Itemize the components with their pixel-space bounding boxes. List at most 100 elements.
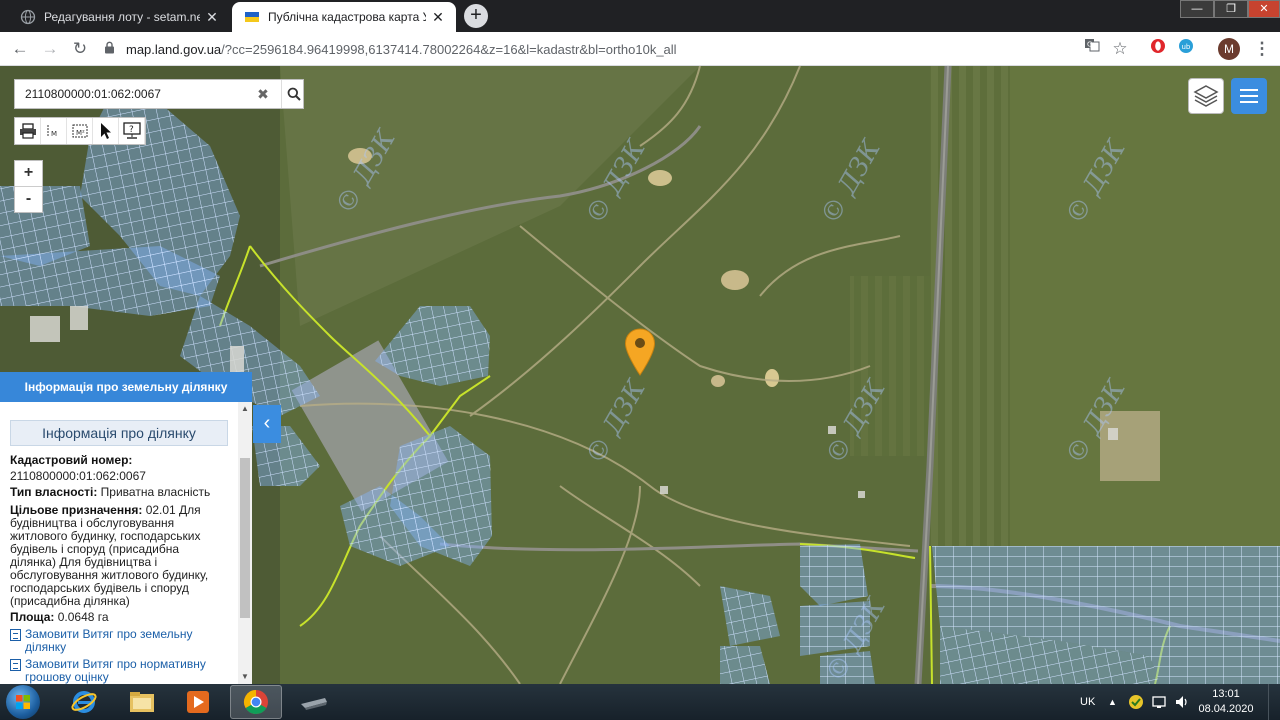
- close-tab-icon[interactable]: ✕: [204, 9, 220, 25]
- pointer-button[interactable]: [93, 118, 119, 144]
- cadastral-number-label: Кадастровий номер:: [10, 453, 133, 467]
- map-toolbar: M M² ?: [14, 117, 146, 145]
- url-host: map.land.gov.ua: [126, 41, 222, 57]
- printer-icon: [19, 123, 36, 139]
- scroll-up-arrow-icon[interactable]: ▲: [238, 402, 252, 416]
- lock-icon: [104, 41, 116, 57]
- globe-icon: [20, 9, 36, 25]
- ownership-field: Тип власності: Приватна власність: [10, 486, 228, 499]
- clear-search-icon[interactable]: ✖: [255, 86, 271, 102]
- layers-icon: [1193, 85, 1219, 107]
- document-icon: [10, 659, 21, 671]
- show-hidden-icons-arrow-icon[interactable]: ▲: [1108, 684, 1117, 720]
- svg-text:?: ?: [129, 125, 134, 135]
- taskbar-generic-app[interactable]: [288, 685, 340, 719]
- tab-title: Публічна кадастрова карта Укр: [268, 10, 426, 24]
- language-indicator[interactable]: UK: [1080, 684, 1095, 720]
- system-clock[interactable]: 13:01 08.04.2020: [1196, 687, 1256, 717]
- panel-scrollbar[interactable]: ▲ ▼: [238, 402, 252, 684]
- svg-text:G: G: [1087, 41, 1092, 49]
- bookmark-star-icon[interactable]: ☆: [1108, 37, 1132, 61]
- panel-header: Інформація про земельну ділянку: [0, 372, 252, 402]
- identify-button[interactable]: ?: [119, 118, 145, 144]
- scroll-down-arrow-icon[interactable]: ▼: [238, 670, 252, 684]
- file-explorer-icon: [130, 692, 154, 712]
- identify-icon: ?: [122, 122, 141, 139]
- tab-setam[interactable]: Редагування лоту - setam.net.ua ✕: [8, 2, 230, 32]
- map-marker-icon[interactable]: [624, 328, 656, 376]
- opera-extension-icon[interactable]: [1146, 37, 1170, 61]
- show-desktop-button[interactable]: [1268, 684, 1280, 720]
- back-arrow-icon[interactable]: ←: [8, 37, 32, 61]
- network-icon[interactable]: [1152, 684, 1168, 720]
- profile-avatar[interactable]: M: [1218, 38, 1240, 60]
- taskbar-internet-explorer[interactable]: [58, 685, 110, 719]
- print-button[interactable]: [15, 118, 41, 144]
- order-extract-label: Замовити Витяг про земельну ділянку: [25, 627, 193, 654]
- tray-shield-icon[interactable]: [1128, 684, 1144, 720]
- zoom-in-button[interactable]: +: [15, 161, 42, 186]
- main-menu-button[interactable]: [1231, 78, 1267, 114]
- zoom-control: + -: [14, 160, 43, 213]
- taskbar-chrome[interactable]: [230, 685, 282, 719]
- generic-app-icon: [301, 698, 327, 710]
- browser-tab-strip: Редагування лоту - setam.net.ua ✕ Публіч…: [0, 0, 1280, 32]
- cadastral-number-input[interactable]: [25, 85, 250, 103]
- order-extract-link[interactable]: Замовити Витяг про земельну ділянку: [10, 628, 228, 654]
- panel-subheader[interactable]: Інформація про ділянку: [10, 420, 228, 446]
- address-bar[interactable]: map.land.gov.ua/?cc=2596184.96419998,613…: [104, 36, 1104, 62]
- panel-body: Інформація про ділянку Кадастровий номер…: [0, 402, 238, 684]
- tab-title: Редагування лоту - setam.net.ua: [44, 10, 200, 24]
- svg-text:M: M: [51, 130, 57, 138]
- svg-text:ub: ub: [1182, 43, 1191, 51]
- minimize-button[interactable]: —: [1180, 0, 1214, 18]
- ownership-value: Приватна власність: [100, 485, 211, 499]
- tab-cadastral-map[interactable]: Публічна кадастрова карта Укр ✕: [232, 2, 456, 32]
- browser-menu-icon[interactable]: ⋮: [1250, 37, 1274, 61]
- purpose-field: Цільове призначення: 02.01 Для будівницт…: [10, 504, 228, 608]
- document-icon: [10, 629, 21, 641]
- start-button[interactable]: [6, 685, 40, 719]
- cadastral-number-value: 2110800000:01:062:0067: [10, 469, 146, 483]
- reload-icon[interactable]: ↻: [68, 37, 92, 61]
- internet-explorer-icon: [71, 691, 97, 713]
- search-button[interactable]: [281, 80, 305, 108]
- translate-icon[interactable]: G: [1080, 37, 1104, 61]
- taskbar-media-player[interactable]: [172, 685, 224, 719]
- measure-area-icon: M²: [72, 124, 87, 138]
- taskbar-file-explorer[interactable]: [116, 685, 168, 719]
- close-tab-icon[interactable]: ✕: [430, 9, 446, 25]
- scroll-thumb[interactable]: [240, 458, 250, 618]
- windows-logo-icon: [16, 695, 30, 709]
- area-label: Площа:: [10, 610, 55, 624]
- cadastral-search-box: ✖: [14, 79, 304, 109]
- collapse-panel-button[interactable]: ‹: [253, 405, 281, 443]
- purpose-value: 02.01 Для будівництва і обслуговування ж…: [10, 503, 209, 608]
- order-valuation-label: Замовити Витяг про нормативну грошову оц…: [25, 657, 206, 684]
- volume-icon[interactable]: [1174, 684, 1190, 720]
- screen: Редагування лоту - setam.net.ua ✕ Публіч…: [0, 0, 1280, 720]
- maximize-button[interactable]: ❐: [1214, 0, 1248, 18]
- clock-time: 13:01: [1212, 688, 1240, 700]
- search-icon: [287, 87, 301, 101]
- close-window-button[interactable]: ✕: [1248, 0, 1280, 18]
- forward-arrow-icon[interactable]: →: [38, 37, 62, 61]
- area-value: 0.0648 га: [57, 610, 109, 624]
- svg-text:M²: M²: [76, 129, 85, 137]
- cadastral-number-field: Кадастровий номер:: [10, 454, 228, 467]
- hamburger-icon: [1240, 89, 1258, 91]
- ukraine-flag-icon: [245, 12, 259, 22]
- browser-toolbar: ← → ↻ map.land.gov.ua/?cc=2596184.964199…: [0, 32, 1280, 66]
- order-valuation-link[interactable]: Замовити Витяг про нормативну грошову оц…: [10, 658, 228, 684]
- url-path: /?cc=2596184.96419998,6137414.78002264&z…: [221, 41, 677, 57]
- land-info-panel: Інформація про земельну ділянку Інформац…: [0, 372, 252, 684]
- zoom-out-button[interactable]: -: [15, 186, 42, 212]
- new-tab-button[interactable]: +: [464, 4, 488, 28]
- measure-area-button[interactable]: M²: [67, 118, 93, 144]
- extension-icon[interactable]: ub: [1174, 37, 1198, 61]
- layers-button[interactable]: [1188, 78, 1224, 114]
- purpose-label: Цільове призначення:: [10, 503, 143, 517]
- measure-length-button[interactable]: M: [41, 118, 67, 144]
- ownership-label: Тип власності:: [10, 485, 98, 499]
- measure-length-icon: M: [47, 125, 57, 138]
